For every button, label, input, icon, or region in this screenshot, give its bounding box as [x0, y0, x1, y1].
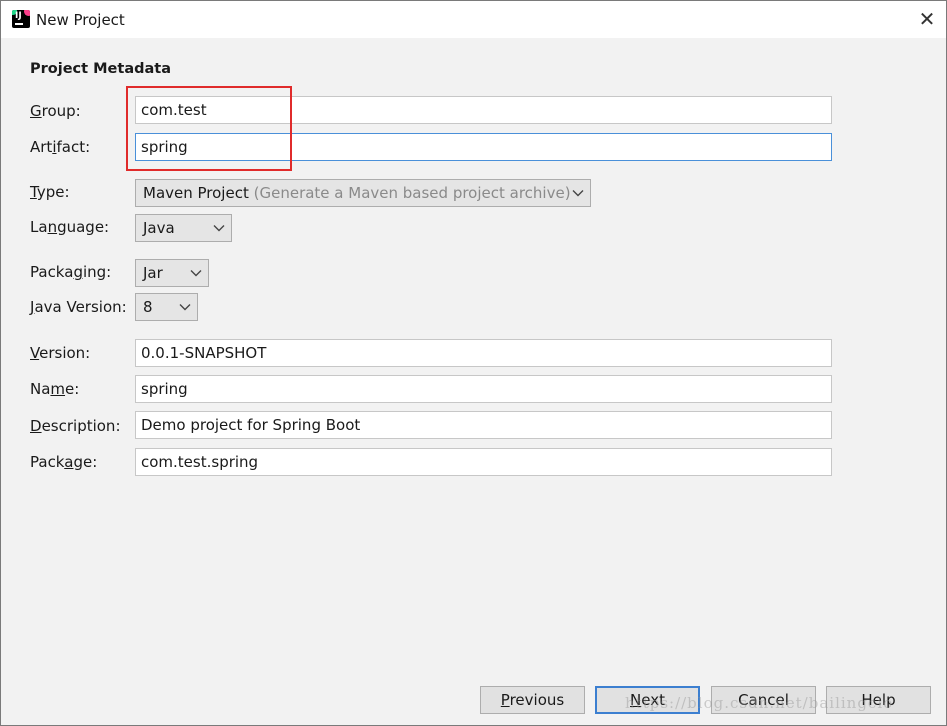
title-bar: IJ New Project ✕: [1, 1, 946, 38]
type-hint: (Generate a Maven based project archive): [253, 184, 571, 202]
chevron-down-icon: [213, 225, 225, 232]
type-dropdown[interactable]: Maven Project (Generate a Maven based pr…: [135, 179, 591, 207]
packaging-dropdown[interactable]: Jar: [135, 259, 209, 287]
version-label: Version:: [30, 344, 91, 362]
chevron-down-icon: [190, 270, 202, 277]
name-field[interactable]: spring: [135, 375, 832, 403]
language-value: Java: [143, 219, 175, 237]
description-label: Description:: [30, 417, 121, 435]
version-field[interactable]: 0.0.1-SNAPSHOT: [135, 339, 832, 367]
window-title: New Project: [36, 11, 125, 29]
java-version-dropdown[interactable]: 8: [135, 293, 198, 321]
previous-button[interactable]: Previous: [480, 686, 585, 714]
package-field[interactable]: com.test.spring: [135, 448, 832, 476]
new-project-dialog: IJ New Project ✕ Project Metadata Group:…: [0, 0, 947, 726]
close-icon[interactable]: ✕: [916, 7, 938, 31]
intellij-idea-icon: IJ: [12, 10, 30, 28]
artifact-label: Artifact:: [30, 138, 91, 156]
language-label: Language:: [30, 218, 110, 236]
type-label: Type:: [30, 183, 70, 201]
chevron-down-icon: [572, 190, 584, 197]
chevron-down-icon: [179, 304, 191, 311]
name-label: Name:: [30, 380, 80, 398]
section-title: Project Metadata: [30, 61, 171, 77]
java-version-label: Java Version:: [30, 298, 127, 316]
group-label: Group:: [30, 102, 81, 120]
watermark: https://blog.csdn.net/bailingcio: [625, 694, 894, 712]
description-field[interactable]: Demo project for Spring Boot: [135, 411, 832, 439]
annotation-highlight-box: [126, 86, 292, 171]
packaging-label: Packaging:: [30, 263, 112, 281]
type-value: Maven Project: [143, 184, 249, 202]
package-label: Package:: [30, 453, 98, 471]
language-dropdown[interactable]: Java: [135, 214, 232, 242]
java-version-value: 8: [143, 298, 153, 316]
packaging-value: Jar: [143, 264, 163, 282]
